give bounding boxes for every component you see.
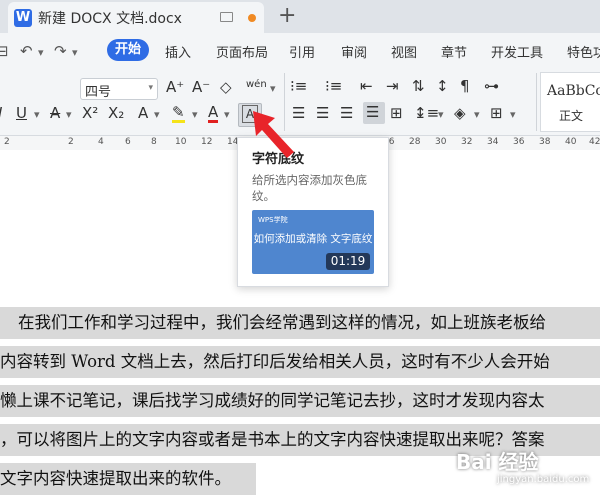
doc-line-1: 在我们工作和学习过程中，我们会经常遇到这样的情况，如上班族老板给 — [0, 307, 600, 339]
red-arrow-icon — [253, 111, 294, 158]
unsaved-dot-icon — [248, 14, 256, 22]
toolbar-icon[interactable]: ⊟ — [0, 42, 9, 60]
highlight-button[interactable]: ✎ — [172, 104, 185, 123]
tooltip-description: 给所选内容添加灰色底纹。 — [252, 173, 367, 203]
tab-insert[interactable]: 插入 — [165, 42, 191, 61]
styles-gallery[interactable]: AaBbCcI 正文 — [540, 72, 600, 132]
tab-bar: W 新建 DOCX 文档.docx + — [0, 0, 600, 33]
doc-line-3: 懒上课不记笔记，课后找学习成绩好的同学记笔记去抄，这时才发现内容太 — [0, 385, 600, 417]
font-size-select[interactable]: 四号 ▾ — [80, 78, 158, 100]
font-color-button[interactable]: A — [208, 104, 219, 123]
line-spacing-icon[interactable]: ↨≡ — [414, 104, 439, 122]
bullets-icon[interactable]: ⁝≡ — [290, 77, 307, 95]
ruler-tick: 34 — [487, 137, 499, 147]
wps-writer-icon: W — [14, 9, 32, 27]
tab-features[interactable]: 特色功 — [567, 42, 600, 61]
distributed-icon[interactable]: ⊞ — [390, 104, 403, 122]
style-name: 正文 — [559, 109, 584, 123]
ruler-tick: 32 — [461, 137, 473, 147]
ruler-tick: 12 — [201, 137, 213, 147]
watermark-url: jingyan.baidu.com — [497, 474, 590, 485]
doc-line-5: 文字内容快速提取出来的软件。 — [0, 463, 256, 495]
italic-button[interactable]: I — [0, 104, 2, 122]
shrink-font-button[interactable]: A⁻ — [192, 78, 210, 96]
numbering-icon[interactable]: ⁝≡ — [325, 77, 342, 95]
pinyin-button[interactable]: wén — [246, 79, 267, 90]
tab-page-layout[interactable]: 页面布局 — [216, 42, 268, 61]
strikethrough-button[interactable]: A — [50, 104, 60, 122]
justify-button[interactable]: ☰ — [363, 102, 385, 124]
video-caption: 如何添加或清除 文字底纹 — [253, 233, 373, 245]
tab-developer[interactable]: 开发工具 — [491, 42, 543, 61]
font-size-value: 四号 — [85, 85, 112, 100]
text-effect-dropdown-icon[interactable]: ▾ — [154, 108, 160, 121]
document-tab[interactable]: W 新建 DOCX 文档.docx — [8, 2, 264, 33]
highlight-dropdown-icon[interactable]: ▾ — [192, 108, 198, 121]
ruler-tick: 42 — [589, 137, 600, 147]
ruler-tick: 8 — [151, 137, 157, 147]
show-hide-marks-icon[interactable]: ¶ — [460, 77, 470, 95]
superscript-button[interactable]: X² — [82, 104, 98, 122]
ruler-tick: 4 — [98, 137, 104, 147]
tab-references[interactable]: 引用 — [289, 42, 315, 61]
tab-start[interactable]: 开始 — [107, 39, 149, 61]
strike-dropdown-icon[interactable]: ▾ — [66, 108, 72, 121]
underline-dropdown-icon[interactable]: ▾ — [34, 108, 40, 121]
font-color-dropdown-icon[interactable]: ▾ — [224, 108, 230, 121]
decrease-indent-icon[interactable]: ⇤ — [360, 77, 373, 95]
pinyin-dropdown-icon[interactable]: ▾ — [270, 82, 276, 95]
underline-button[interactable]: U — [16, 104, 27, 122]
ruler-tick: 36 — [513, 137, 525, 147]
tab-section[interactable]: 章节 — [441, 42, 467, 61]
doc-line-2: 内容转到 Word 文档上去，然后打印后发给相关人员，这时有不少人会开始 — [0, 346, 600, 378]
tutorial-video-thumbnail[interactable]: WPS学院 如何添加或清除 文字底纹 01:19 — [252, 210, 374, 274]
sort-icon[interactable]: ↕ — [436, 77, 449, 95]
ruler-tick: 28 — [409, 137, 421, 147]
tabs-icon[interactable]: ⊶ — [484, 77, 499, 95]
paragraph-shading-icon[interactable]: ◈ — [454, 104, 466, 122]
justify-icon: ☰ — [366, 103, 380, 121]
undo-icon[interactable]: ↶ — [20, 42, 33, 60]
chevron-down-icon: ▾ — [148, 83, 153, 93]
tab-view[interactable]: 视图 — [391, 42, 417, 61]
ruler-tick: 40 — [565, 137, 577, 147]
tab-title: 新建 DOCX 文档.docx — [38, 11, 182, 27]
align-center-icon[interactable]: ☰ — [316, 104, 329, 122]
subscript-button[interactable]: X₂ — [108, 104, 124, 122]
watermark-logo: Bai 经验 — [456, 450, 539, 474]
redo-dropdown-icon[interactable]: ▾ — [72, 46, 78, 59]
video-duration: 01:19 — [326, 253, 370, 270]
ribbon-separator — [536, 73, 537, 131]
increase-indent-icon[interactable]: ⇥ — [386, 77, 399, 95]
new-tab-button[interactable]: + — [278, 3, 296, 28]
ruler-tick: 10 — [175, 137, 187, 147]
chinese-layout-icon[interactable]: ⇅ — [412, 77, 425, 95]
undo-dropdown-icon[interactable]: ▾ — [38, 46, 44, 59]
text-effect-button[interactable]: A — [138, 104, 148, 122]
ruler-tick: 6 — [125, 137, 131, 147]
ruler-tick: 30 — [435, 137, 447, 147]
redo-icon[interactable]: ↷ — [54, 42, 67, 60]
borders-icon[interactable]: ⊞ — [490, 104, 503, 122]
grow-font-button[interactable]: A⁺ — [166, 78, 184, 96]
tab-review[interactable]: 审阅 — [341, 42, 367, 61]
align-right-icon[interactable]: ☰ — [340, 104, 353, 122]
ruler-tick: 2 — [4, 137, 10, 147]
monitor-icon[interactable] — [220, 12, 233, 22]
menu-bar: ⊟ ↶ ▾ ↷ ▾ 开始 插入 页面布局 引用 审阅 视图 章节 开发工具 特色… — [0, 33, 600, 67]
line-spacing-dropdown-icon[interactable]: ▾ — [438, 108, 444, 121]
style-sample: AaBbCcI — [547, 83, 600, 99]
video-brand: WPS学院 — [258, 216, 288, 224]
shading-dropdown-icon[interactable]: ▾ — [474, 108, 480, 121]
ruler-tick: 38 — [539, 137, 551, 147]
clear-format-button[interactable]: ◇ — [220, 78, 232, 96]
borders-dropdown-icon[interactable]: ▾ — [510, 108, 516, 121]
ruler-tick: 2 — [68, 137, 74, 147]
